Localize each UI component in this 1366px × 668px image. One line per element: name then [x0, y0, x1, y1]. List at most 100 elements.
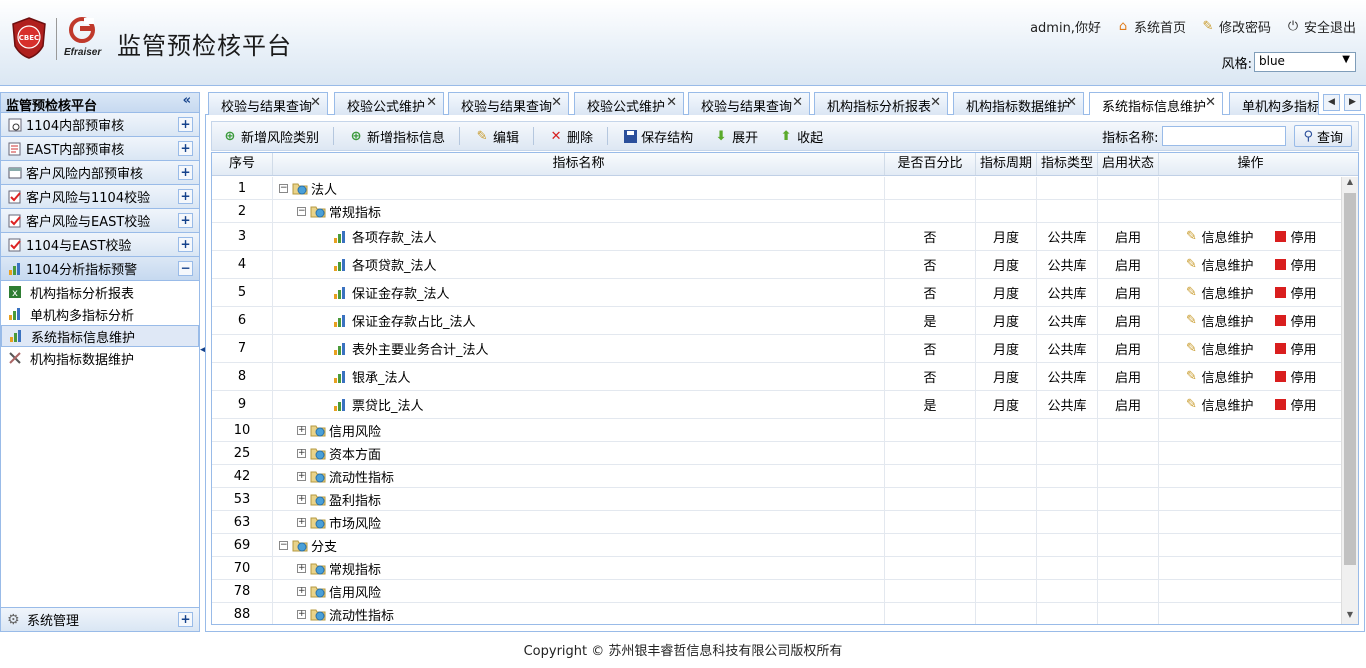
- close-icon[interactable]: ✕: [666, 95, 677, 110]
- disable-button[interactable]: 停用: [1274, 367, 1317, 386]
- collapse-sidebar-icon[interactable]: «: [183, 93, 191, 108]
- info-maintain-button[interactable]: ✎ 信息维护: [1184, 339, 1253, 358]
- vertical-scrollbar[interactable]: ▲ ▼: [1341, 177, 1358, 624]
- column-header[interactable]: 是否百分比: [885, 153, 976, 175]
- tree-expand-icon[interactable]: +: [297, 425, 306, 435]
- add-risk-category-button[interactable]: ⊕ 新增风险类别: [212, 124, 329, 148]
- disable-button[interactable]: 停用: [1274, 311, 1317, 330]
- column-header[interactable]: 操作: [1159, 153, 1342, 175]
- style-select[interactable]: blue ▼: [1254, 52, 1356, 72]
- sidebar-group-customer-risk-precheck[interactable]: 客户风险内部预审核 +: [1, 161, 199, 185]
- add-index-button[interactable]: ⊕ 新增指标信息: [338, 124, 455, 148]
- table-row[interactable]: 88 + 流动性指标: [212, 603, 1342, 624]
- tree-collapse-icon[interactable]: −: [279, 183, 288, 193]
- scroll-up-icon[interactable]: ▲: [1342, 177, 1358, 191]
- disable-button[interactable]: 停用: [1274, 339, 1317, 358]
- info-maintain-button[interactable]: ✎ 信息维护: [1184, 311, 1253, 330]
- sidebar-group-customer-risk-1104[interactable]: 客户风险与1104校验 +: [1, 185, 199, 209]
- change-password-link[interactable]: ✎ 修改密码: [1200, 17, 1271, 37]
- tab-check-result-query-2[interactable]: 校验与结果查询 ✕: [448, 92, 569, 115]
- sidebar-item-single-org-analysis[interactable]: 单机构多指标分析: [1, 303, 199, 325]
- tree-expand-icon[interactable]: +: [297, 494, 306, 504]
- logout-link[interactable]: ⏻ 安全退出: [1285, 17, 1356, 37]
- table-row[interactable]: 1− 法人: [212, 177, 1342, 200]
- table-row[interactable]: 78 + 信用风险: [212, 580, 1342, 603]
- sidebar-group-east-precheck[interactable]: EAST内部预审核 +: [1, 137, 199, 161]
- tree-collapse-icon[interactable]: −: [297, 206, 306, 216]
- table-row[interactable]: 3 各项存款_法人 否月度 公共库 启用 ✎ 信息维护 停用: [212, 223, 1342, 251]
- search-button[interactable]: ⚲ 查询: [1294, 125, 1352, 147]
- disable-button[interactable]: 停用: [1274, 395, 1317, 414]
- close-icon[interactable]: ✕: [1205, 95, 1216, 110]
- table-row[interactable]: 9 票贷比_法人 是月度 公共库 启用 ✎ 信息维护 停用: [212, 391, 1342, 419]
- table-row[interactable]: 7 表外主要业务合计_法人 否月度 公共库 启用 ✎ 信息维护 停用: [212, 335, 1342, 363]
- column-header[interactable]: 指标类型: [1037, 153, 1098, 175]
- sidebar-group-system-management[interactable]: ⚙ 系统管理 +: [1, 607, 199, 631]
- edit-button[interactable]: ✎ 编辑: [464, 124, 529, 148]
- column-header[interactable]: 指标周期: [976, 153, 1037, 175]
- expand-icon[interactable]: +: [178, 612, 193, 627]
- tree-expand-icon[interactable]: +: [297, 586, 306, 596]
- info-maintain-button[interactable]: ✎ 信息维护: [1184, 283, 1253, 302]
- table-row[interactable]: 70 + 常规指标: [212, 557, 1342, 580]
- tree-expand-icon[interactable]: +: [297, 448, 306, 458]
- expand-icon[interactable]: +: [178, 117, 193, 132]
- close-icon[interactable]: ✕: [551, 95, 562, 110]
- info-maintain-button[interactable]: ✎ 信息维护: [1184, 255, 1253, 274]
- tab-check-result-query-1[interactable]: 校验与结果查询 ✕: [208, 92, 328, 115]
- expand-icon[interactable]: +: [178, 213, 193, 228]
- tab-check-formula-2[interactable]: 校验公式维护 ✕: [574, 92, 684, 115]
- table-row[interactable]: 69− 分支: [212, 534, 1342, 557]
- tree-expand-icon[interactable]: +: [297, 563, 306, 573]
- column-header[interactable]: 指标名称: [273, 153, 885, 175]
- table-row[interactable]: 53 + 盈利指标: [212, 488, 1342, 511]
- sidebar-item-org-data-maintenance[interactable]: 机构指标数据维护: [1, 347, 199, 369]
- tab-single-org-analysis[interactable]: 单机构多指标分析: [1229, 92, 1319, 115]
- column-header[interactable]: 启用状态: [1098, 153, 1159, 175]
- tree-expand-icon[interactable]: +: [297, 609, 306, 619]
- tree-expand-icon[interactable]: +: [297, 471, 306, 481]
- table-row[interactable]: 63 + 市场风险: [212, 511, 1342, 534]
- table-row[interactable]: 5 保证金存款_法人 否月度 公共库 启用 ✎ 信息维护 停用: [212, 279, 1342, 307]
- tab-system-index-maintenance[interactable]: 系统指标信息维护 ✕: [1089, 92, 1223, 116]
- expand-icon[interactable]: +: [178, 165, 193, 180]
- info-maintain-button[interactable]: ✎ 信息维护: [1184, 395, 1253, 414]
- expand-button[interactable]: ⬇ 展开: [703, 124, 768, 148]
- close-icon[interactable]: ✕: [426, 95, 437, 110]
- table-row[interactable]: 6 保证金存款占比_法人 是月度 公共库 启用 ✎ 信息维护 停用: [212, 307, 1342, 335]
- table-row[interactable]: 42 + 流动性指标: [212, 465, 1342, 488]
- table-row[interactable]: 8 银承_法人 否月度 公共库 启用 ✎ 信息维护 停用: [212, 363, 1342, 391]
- table-row[interactable]: 4 各项贷款_法人 否月度 公共库 启用 ✎ 信息维护 停用: [212, 251, 1342, 279]
- sidebar-group-1104-east[interactable]: 1104与EAST校验 +: [1, 233, 199, 257]
- info-maintain-button[interactable]: ✎ 信息维护: [1184, 367, 1253, 386]
- column-header[interactable]: 序号: [212, 153, 273, 175]
- sidebar-group-1104-precheck[interactable]: 1104内部预审核 +: [1, 113, 199, 137]
- expand-icon[interactable]: +: [178, 141, 193, 156]
- expand-icon[interactable]: +: [178, 189, 193, 204]
- expand-icon[interactable]: +: [178, 237, 193, 252]
- disable-button[interactable]: 停用: [1274, 283, 1317, 302]
- table-row[interactable]: 2 − 常规指标: [212, 200, 1342, 223]
- disable-button[interactable]: 停用: [1274, 255, 1317, 274]
- table-row[interactable]: 10 + 信用风险: [212, 419, 1342, 442]
- tree-expand-icon[interactable]: +: [297, 517, 306, 527]
- close-icon[interactable]: ✕: [930, 95, 941, 110]
- close-icon[interactable]: ✕: [310, 95, 321, 110]
- close-icon[interactable]: ✕: [1066, 95, 1077, 110]
- sidebar-group-1104-analysis[interactable]: 1104分析指标预警 −: [1, 257, 199, 281]
- delete-button[interactable]: ✕ 删除: [538, 124, 603, 148]
- tab-org-index-report[interactable]: 机构指标分析报表 ✕: [814, 92, 948, 115]
- tab-org-data-maintenance[interactable]: 机构指标数据维护 ✕: [953, 92, 1084, 115]
- close-icon[interactable]: ✕: [792, 95, 803, 110]
- sidebar-item-system-index-maintenance[interactable]: 系统指标信息维护: [1, 325, 199, 347]
- save-structure-button[interactable]: 保存结构: [612, 124, 703, 148]
- collapse-button[interactable]: ⬆ 收起: [768, 124, 833, 148]
- tab-check-formula-1[interactable]: 校验公式维护 ✕: [334, 92, 444, 115]
- table-row[interactable]: 25 + 资本方面: [212, 442, 1342, 465]
- home-link[interactable]: ⌂ 系统首页: [1115, 17, 1186, 37]
- sidebar-item-org-index-report[interactable]: x 机构指标分析报表: [1, 281, 199, 303]
- tree-collapse-icon[interactable]: −: [279, 540, 288, 550]
- info-maintain-button[interactable]: ✎ 信息维护: [1184, 227, 1253, 246]
- tab-scroll-right-icon[interactable]: ▶: [1344, 94, 1361, 111]
- tab-check-result-query-3[interactable]: 校验与结果查询 ✕: [688, 92, 810, 115]
